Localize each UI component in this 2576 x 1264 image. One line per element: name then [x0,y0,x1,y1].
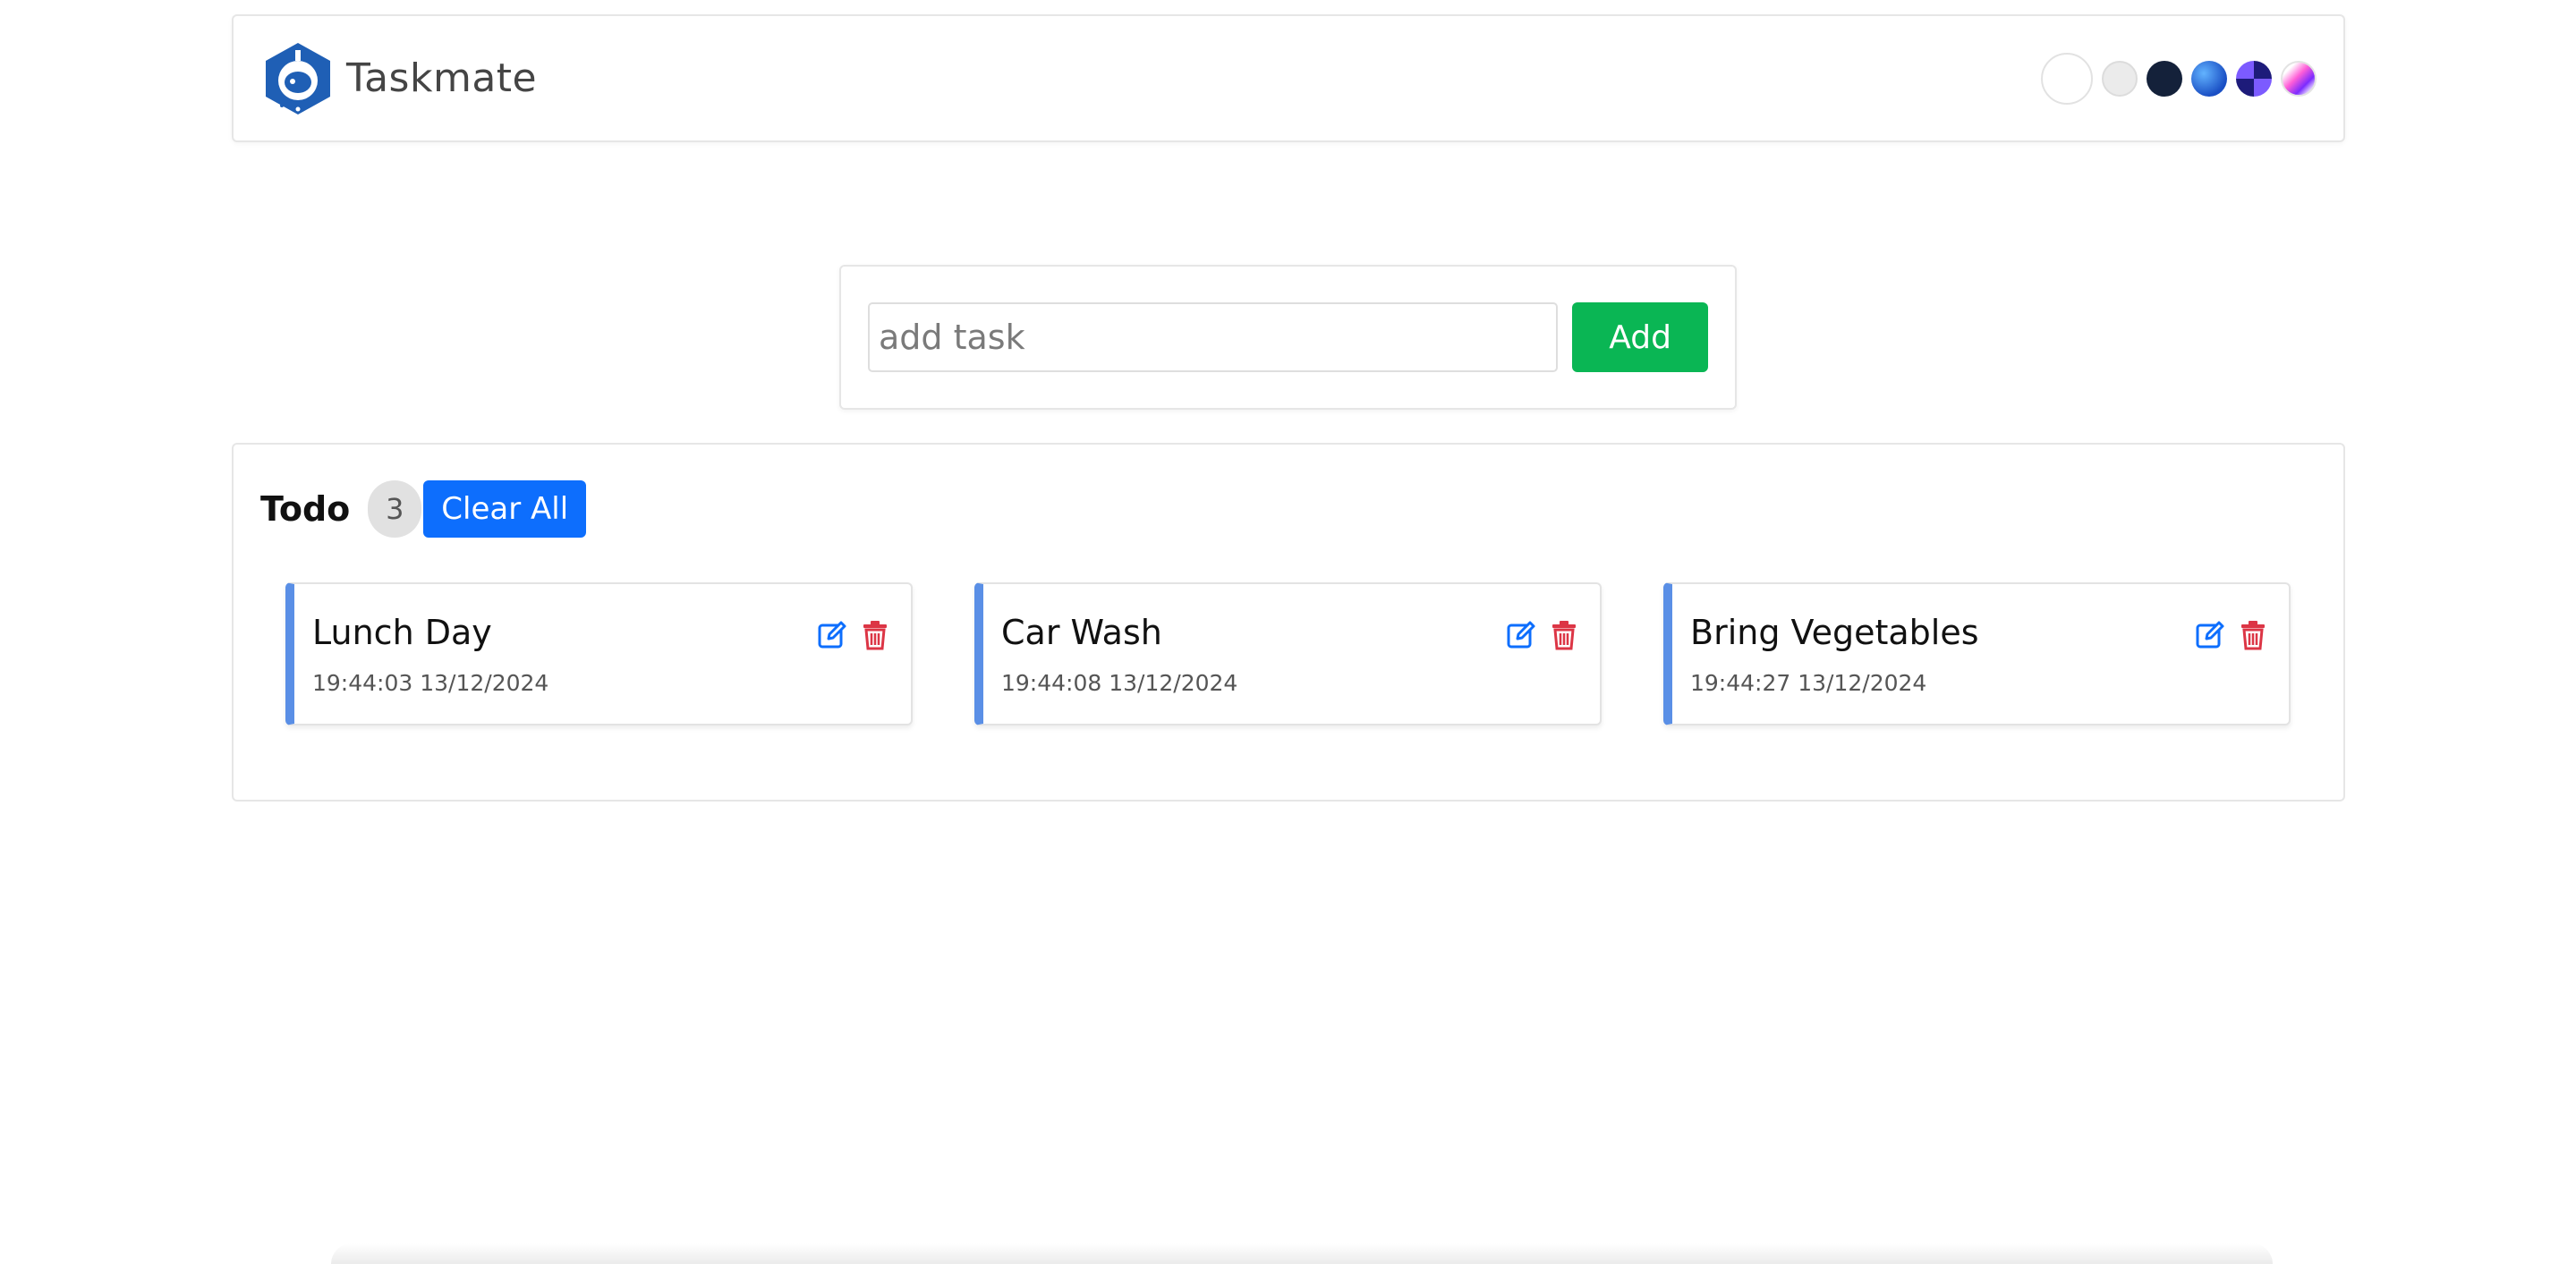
brand-logo[interactable]: Taskmate [260,41,537,116]
trash-icon[interactable] [1548,618,1580,652]
trash-icon[interactable] [2237,618,2269,652]
page-bottom-shadow [331,1243,2273,1264]
todo-title: Todo [260,489,351,529]
task-name: Lunch Day [312,613,492,652]
task-name: Car Wash [1001,613,1162,652]
task-card: Bring Vegetables 19:44:27 13/12/2024 [1663,582,2291,725]
task-actions [1505,618,1580,652]
task-actions [2194,618,2269,652]
add-task-input[interactable] [868,302,1559,372]
todo-section: Todo 3 Clear All Lunch Day 19:44:03 13/1… [232,443,2345,802]
theme-blue[interactable] [2191,60,2227,97]
theme-gradient-two[interactable] [2281,60,2317,97]
todo-header: Todo 3 Clear All [260,480,587,538]
add-task-form: Add [839,265,1737,410]
theme-switcher [2041,52,2317,105]
edit-icon[interactable] [2194,618,2226,652]
clear-all-button[interactable]: Clear All [423,480,587,538]
theme-light[interactable] [2102,60,2138,97]
task-timestamp: 19:44:27 13/12/2024 [1690,670,1927,696]
edit-icon[interactable] [816,618,848,652]
theme-dark[interactable] [2147,60,2182,97]
robot-logo-icon [266,42,330,115]
edit-icon[interactable] [1505,618,1537,652]
theme-gradient-one[interactable] [2236,60,2272,97]
task-timestamp: 19:44:03 13/12/2024 [312,670,549,696]
trash-icon[interactable] [859,618,891,652]
todo-count-badge: 3 [368,480,422,538]
header: Taskmate [232,14,2345,142]
task-timestamp: 19:44:08 13/12/2024 [1001,670,1238,696]
task-actions [816,618,891,652]
task-card: Lunch Day 19:44:03 13/12/2024 [285,582,913,725]
task-name: Bring Vegetables [1690,613,1979,652]
task-card: Car Wash 19:44:08 13/12/2024 [974,582,1602,725]
add-button[interactable]: Add [1572,302,1708,372]
theme-default[interactable] [2041,52,2093,105]
brand-name: Taskmate [346,55,538,101]
